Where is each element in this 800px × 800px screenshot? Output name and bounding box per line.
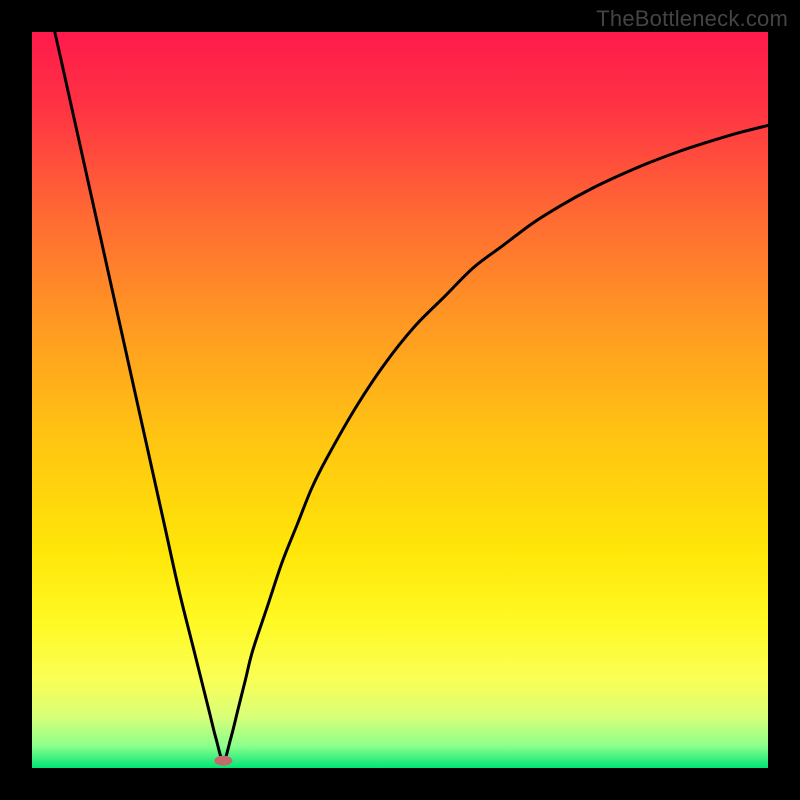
minimum-marker xyxy=(214,756,232,766)
chart-frame: TheBottleneck.com xyxy=(0,0,800,800)
gradient-background xyxy=(32,32,768,768)
plot-area xyxy=(32,32,768,768)
watermark-text: TheBottleneck.com xyxy=(596,6,788,32)
chart-svg xyxy=(32,32,768,768)
